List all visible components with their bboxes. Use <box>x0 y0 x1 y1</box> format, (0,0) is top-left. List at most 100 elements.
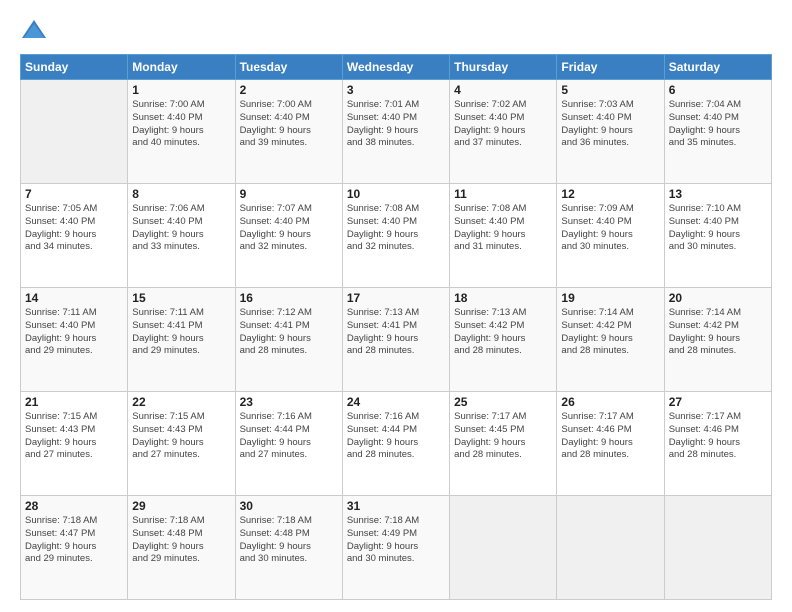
day-number: 24 <box>347 395 445 409</box>
day-number: 22 <box>132 395 230 409</box>
day-number: 30 <box>240 499 338 513</box>
day-cell: 21 Sunrise: 7:15 AMSunset: 4:43 PMDayligh… <box>21 392 128 496</box>
week-row-4: 21 Sunrise: 7:15 AMSunset: 4:43 PMDayligh… <box>21 392 772 496</box>
header-cell-thursday: Thursday <box>450 55 557 80</box>
day-cell: 22 Sunrise: 7:15 AMSunset: 4:43 PMDayligh… <box>128 392 235 496</box>
day-number: 25 <box>454 395 552 409</box>
day-number: 16 <box>240 291 338 305</box>
day-number: 12 <box>561 187 659 201</box>
day-number: 10 <box>347 187 445 201</box>
day-cell: 29 Sunrise: 7:18 AMSunset: 4:48 PMDayligh… <box>128 496 235 600</box>
day-info: Sunrise: 7:17 AMSunset: 4:45 PMDaylight:… <box>454 411 552 462</box>
day-cell: 18 Sunrise: 7:13 AMSunset: 4:42 PMDayligh… <box>450 288 557 392</box>
day-cell: 14Sunrise: 7:11 AMSunset: 4:40 PMDayligh… <box>21 288 128 392</box>
day-number: 29 <box>132 499 230 513</box>
header-cell-sunday: Sunday <box>21 55 128 80</box>
day-cell: 8 Sunrise: 7:06 AMSunset: 4:40 PMDaylight… <box>128 184 235 288</box>
day-cell: 19 Sunrise: 7:14 AMSunset: 4:42 PMDayligh… <box>557 288 664 392</box>
day-number: 20 <box>669 291 767 305</box>
day-number: 19 <box>561 291 659 305</box>
day-cell: 26 Sunrise: 7:17 AMSunset: 4:46 PMDayligh… <box>557 392 664 496</box>
day-info: Sunrise: 7:15 AMSunset: 4:43 PMDaylight:… <box>132 411 230 462</box>
day-info: Sunrise: 7:06 AMSunset: 4:40 PMDaylight:… <box>132 203 230 254</box>
day-cell: 9Sunrise: 7:07 AMSunset: 4:40 PMDaylight… <box>235 184 342 288</box>
day-info: Sunrise: 7:18 AMSunset: 4:48 PMDaylight:… <box>132 515 230 566</box>
day-cell: 30 Sunrise: 7:18 AMSunset: 4:48 PMDayligh… <box>235 496 342 600</box>
day-number: 26 <box>561 395 659 409</box>
day-cell: 7Sunrise: 7:05 AMSunset: 4:40 PMDaylight… <box>21 184 128 288</box>
day-number: 4 <box>454 83 552 97</box>
day-number: 1 <box>132 83 230 97</box>
day-number: 8 <box>132 187 230 201</box>
day-cell: 3 Sunrise: 7:01 AMSunset: 4:40 PMDaylight… <box>342 80 449 184</box>
week-row-5: 28 Sunrise: 7:18 AMSunset: 4:47 PMDayligh… <box>21 496 772 600</box>
day-cell: 28 Sunrise: 7:18 AMSunset: 4:47 PMDayligh… <box>21 496 128 600</box>
day-number: 5 <box>561 83 659 97</box>
header-cell-tuesday: Tuesday <box>235 55 342 80</box>
day-cell: 4 Sunrise: 7:02 AMSunset: 4:40 PMDaylight… <box>450 80 557 184</box>
header-cell-wednesday: Wednesday <box>342 55 449 80</box>
header-cell-saturday: Saturday <box>664 55 771 80</box>
day-cell: 31Sunrise: 7:18 AMSunset: 4:49 PMDayligh… <box>342 496 449 600</box>
day-cell: 1 Sunrise: 7:00 AMSunset: 4:40 PMDaylight… <box>128 80 235 184</box>
day-info: Sunrise: 7:08 AMSunset: 4:40 PMDaylight:… <box>454 203 552 254</box>
day-number: 17 <box>347 291 445 305</box>
logo <box>20 16 54 44</box>
day-info: Sunrise: 7:05 AMSunset: 4:40 PMDaylight:… <box>25 203 123 254</box>
day-info: Sunrise: 7:01 AMSunset: 4:40 PMDaylight:… <box>347 99 445 150</box>
day-cell: 23 Sunrise: 7:16 AMSunset: 4:44 PMDayligh… <box>235 392 342 496</box>
day-info: Sunrise: 7:13 AMSunset: 4:42 PMDaylight:… <box>454 307 552 358</box>
day-number: 13 <box>669 187 767 201</box>
day-cell: 25 Sunrise: 7:17 AMSunset: 4:45 PMDayligh… <box>450 392 557 496</box>
day-cell <box>450 496 557 600</box>
day-number: 6 <box>669 83 767 97</box>
day-cell: 24 Sunrise: 7:16 AMSunset: 4:44 PMDayligh… <box>342 392 449 496</box>
day-info: Sunrise: 7:15 AMSunset: 4:43 PMDaylight:… <box>25 411 123 462</box>
day-number: 27 <box>669 395 767 409</box>
day-number: 21 <box>25 395 123 409</box>
day-cell: 16 Sunrise: 7:12 AMSunset: 4:41 PMDayligh… <box>235 288 342 392</box>
day-info: Sunrise: 7:16 AMSunset: 4:44 PMDaylight:… <box>240 411 338 462</box>
day-cell: 5 Sunrise: 7:03 AMSunset: 4:40 PMDaylight… <box>557 80 664 184</box>
day-number: 18 <box>454 291 552 305</box>
header <box>20 16 772 44</box>
day-info: Sunrise: 7:18 AMSunset: 4:47 PMDaylight:… <box>25 515 123 566</box>
day-info: Sunrise: 7:04 AMSunset: 4:40 PMDaylight:… <box>669 99 767 150</box>
day-number: 28 <box>25 499 123 513</box>
day-number: 9 <box>240 187 338 201</box>
calendar-body: 1 Sunrise: 7:00 AMSunset: 4:40 PMDaylight… <box>21 80 772 600</box>
day-number: 23 <box>240 395 338 409</box>
calendar-header: SundayMondayTuesdayWednesdayThursdayFrid… <box>21 55 772 80</box>
day-info: Sunrise: 7:14 AMSunset: 4:42 PMDaylight:… <box>561 307 659 358</box>
week-row-1: 1 Sunrise: 7:00 AMSunset: 4:40 PMDaylight… <box>21 80 772 184</box>
header-cell-monday: Monday <box>128 55 235 80</box>
day-cell: 11Sunrise: 7:08 AMSunset: 4:40 PMDayligh… <box>450 184 557 288</box>
day-info: Sunrise: 7:00 AMSunset: 4:40 PMDaylight:… <box>132 99 230 150</box>
day-info: Sunrise: 7:09 AMSunset: 4:40 PMDaylight:… <box>561 203 659 254</box>
day-cell <box>664 496 771 600</box>
day-number: 14 <box>25 291 123 305</box>
day-cell: 6 Sunrise: 7:04 AMSunset: 4:40 PMDaylight… <box>664 80 771 184</box>
day-info: Sunrise: 7:17 AMSunset: 4:46 PMDaylight:… <box>669 411 767 462</box>
day-info: Sunrise: 7:17 AMSunset: 4:46 PMDaylight:… <box>561 411 659 462</box>
day-cell: 13 Sunrise: 7:10 AMSunset: 4:40 PMDayligh… <box>664 184 771 288</box>
day-info: Sunrise: 7:08 AMSunset: 4:40 PMDaylight:… <box>347 203 445 254</box>
day-cell: 20 Sunrise: 7:14 AMSunset: 4:42 PMDayligh… <box>664 288 771 392</box>
day-info: Sunrise: 7:03 AMSunset: 4:40 PMDaylight:… <box>561 99 659 150</box>
day-number: 3 <box>347 83 445 97</box>
day-info: Sunrise: 7:18 AMSunset: 4:48 PMDaylight:… <box>240 515 338 566</box>
day-cell <box>21 80 128 184</box>
day-info: Sunrise: 7:14 AMSunset: 4:42 PMDaylight:… <box>669 307 767 358</box>
day-cell: 10 Sunrise: 7:08 AMSunset: 4:40 PMDayligh… <box>342 184 449 288</box>
page: SundayMondayTuesdayWednesdayThursdayFrid… <box>0 0 792 612</box>
day-info: Sunrise: 7:13 AMSunset: 4:41 PMDaylight:… <box>347 307 445 358</box>
day-number: 2 <box>240 83 338 97</box>
day-number: 15 <box>132 291 230 305</box>
day-info: Sunrise: 7:12 AMSunset: 4:41 PMDaylight:… <box>240 307 338 358</box>
day-info: Sunrise: 7:10 AMSunset: 4:40 PMDaylight:… <box>669 203 767 254</box>
week-row-3: 14Sunrise: 7:11 AMSunset: 4:40 PMDayligh… <box>21 288 772 392</box>
day-info: Sunrise: 7:16 AMSunset: 4:44 PMDaylight:… <box>347 411 445 462</box>
header-cell-friday: Friday <box>557 55 664 80</box>
day-info: Sunrise: 7:02 AMSunset: 4:40 PMDaylight:… <box>454 99 552 150</box>
day-info: Sunrise: 7:11 AMSunset: 4:41 PMDaylight:… <box>132 307 230 358</box>
